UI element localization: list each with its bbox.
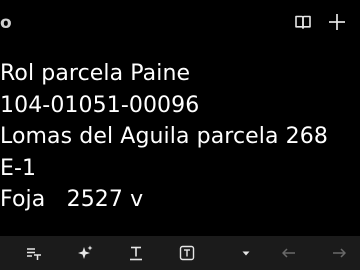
note-line-2[interactable]: 104-01051-00096 (0, 90, 360, 122)
note-line-4[interactable]: E-1 (0, 153, 360, 185)
dropdown-arrow-icon[interactable] (236, 243, 256, 263)
note-content[interactable]: Rol parcela Paine 104-01051-00096 Lomas … (0, 58, 360, 216)
formatting-toolbar (0, 236, 360, 270)
top-bar: o (0, 0, 360, 46)
undo-icon[interactable] (279, 243, 299, 263)
text-style-icon[interactable] (126, 243, 146, 263)
redo-icon[interactable] (329, 243, 349, 263)
reader-mode-icon[interactable] (293, 12, 313, 32)
text-size-icon[interactable] (24, 243, 44, 263)
note-line-3[interactable]: Lomas del Aguila parcela 268 (0, 121, 360, 153)
cut-off-title: o (0, 13, 12, 33)
text-box-icon[interactable] (177, 243, 197, 263)
add-icon[interactable] (327, 12, 347, 32)
note-line-5[interactable]: Foja 2527 v (0, 184, 360, 216)
note-line-1[interactable]: Rol parcela Paine (0, 58, 360, 90)
ai-sparkle-icon[interactable] (75, 243, 95, 263)
